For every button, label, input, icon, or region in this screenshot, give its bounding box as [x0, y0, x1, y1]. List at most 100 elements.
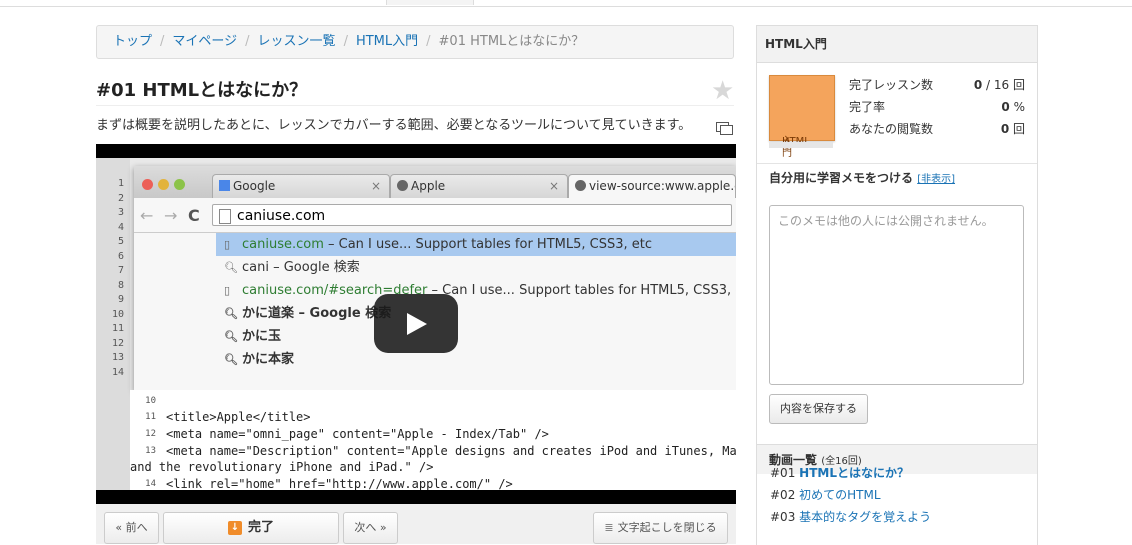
code-line: <link rel="home" href="http://www.apple.… — [166, 477, 513, 490]
line-number: 9 — [117, 294, 124, 305]
close-window-icon — [142, 179, 153, 190]
stat-label: あなたの閲覧数 — [849, 122, 934, 136]
stat-completion-rate: 完了率 0 % — [849, 96, 1025, 118]
browser-tab-label: Apple — [411, 179, 446, 193]
suggestion-item: ▯ caniuse.com – Can I use... Support tabl… — [216, 233, 736, 256]
tab-close-icon: × — [370, 179, 381, 193]
line-number: 8 — [117, 279, 124, 291]
play-button[interactable] — [374, 294, 458, 353]
lesson-number: #03 — [770, 510, 796, 524]
apple-logo-icon — [397, 180, 408, 191]
code-line-number: 11 — [145, 412, 156, 422]
breadcrumb-separator: / — [343, 34, 348, 49]
star-icon[interactable]: ★ — [711, 78, 734, 104]
back-arrow-icon: ← — [140, 206, 154, 225]
minimize-window-icon — [158, 179, 169, 190]
suggestion-url: caniuse.com — [242, 237, 324, 252]
stat-view-count: あなたの閲覧数 0 回 — [849, 118, 1025, 140]
suggestion-item: 🔍︎ cani – Google 検索 — [216, 256, 736, 279]
lesson-link[interactable]: 初めてのHTML — [799, 488, 880, 502]
save-memo-button[interactable]: 内容を保存する — [769, 394, 868, 424]
suggestion-text: – Can I use... Support tables for HTML5,… — [427, 283, 736, 298]
lesson-number: #02 — [770, 488, 796, 502]
line-number: 12 — [111, 337, 124, 349]
course-stats: 完了レッスン数 0 / 16 回 完了率 0 % あなたの閲覧数 0 回 — [849, 74, 1025, 140]
popout-icon[interactable] — [716, 122, 733, 135]
suggestion-text: cani – Google 検索 — [242, 260, 360, 275]
suggestion-item: ▯ caniuse.com/#search=defer – Can I use..… — [216, 279, 736, 302]
memo-hide-link[interactable]: [非表示] — [917, 174, 955, 185]
memo-textarea[interactable]: このメモは他の人には公開されません。 — [769, 205, 1024, 385]
breadcrumb-top[interactable]: トップ — [113, 34, 152, 49]
code-line-number: 14 — [145, 479, 156, 489]
breadcrumb-course[interactable]: HTML入門 — [356, 34, 418, 49]
browser-tab-view-source: view-source:www.apple.co — [568, 174, 736, 198]
lesson-link[interactable]: 基本的なタグを覚えよう — [799, 510, 931, 524]
video-player[interactable]: 1 2 3 4 5 6 7 8 9 10 11 12 13 14 Google — [96, 144, 736, 504]
prev-button[interactable]: « 前へ — [104, 512, 159, 544]
code-line: <meta name="Description" content="Apple … — [166, 444, 736, 458]
suggestion-text: – Can I use... Support tables for HTML5,… — [323, 237, 652, 252]
breadcrumb-lessons[interactable]: レッスン一覧 — [258, 34, 336, 49]
stat-label: 完了レッスン数 — [849, 78, 934, 92]
suggestion-item: 🔍︎ かに本家 — [216, 348, 736, 371]
code-line-number: 10 — [145, 396, 156, 406]
source-code-view: 10 11 <title>Apple</title> 12 <meta name… — [130, 390, 736, 490]
stat-suffix: / 16 回 — [982, 78, 1025, 92]
memo-header: 自分用に学習メモをつける [非表示] — [757, 163, 1037, 193]
line-number: 3 — [117, 207, 124, 218]
complete-label: 完了 — [247, 520, 274, 535]
line-number: 1 — [117, 178, 124, 189]
breadcrumb-separator: / — [245, 34, 250, 49]
stat-suffix: % — [1009, 100, 1025, 114]
reload-icon: C — [188, 206, 200, 225]
complete-button[interactable]: ↓ 完了 — [163, 512, 339, 544]
lesson-controls: « 前へ ↓ 完了 次へ » ≣ 文字起こしを閉じる — [96, 504, 736, 544]
address-text: caniuse.com — [237, 208, 326, 224]
apple-logo-icon — [575, 180, 586, 191]
suggestion-text: かに本家 — [242, 352, 295, 367]
code-line: <meta name="omni_page" content="Apple - … — [166, 427, 549, 441]
browser-tab-google: Google × — [212, 174, 390, 198]
window-controls — [142, 175, 190, 194]
course-title: HTML入門 — [757, 26, 1037, 63]
page-icon: ▯ — [224, 238, 231, 251]
video-list-item: #01 HTMLとはなにか？ — [770, 462, 1030, 484]
breadcrumb-current: #01 HTMLとはなにか？ — [438, 34, 585, 49]
search-icon: 🔍︎ — [224, 330, 238, 343]
breadcrumb-mypage[interactable]: マイページ — [172, 34, 237, 49]
lesson-link[interactable]: HTMLとはなにか？ — [799, 466, 909, 480]
lesson-description: まずは概要を説明したあとに、レッスンでカバーする範囲、必要となるツールについて見… — [96, 118, 692, 133]
search-icon: 🔍︎ — [224, 261, 238, 274]
browser-tab-label: view-source:www.apple.co — [589, 179, 736, 193]
course-thumbnail[interactable]: HTML入門 — [769, 75, 835, 159]
line-number: 5 — [117, 236, 124, 247]
browser-tab-apple: Apple × — [390, 174, 568, 198]
stat-suffix: 回 — [1009, 122, 1025, 136]
line-number: 2 — [117, 192, 124, 204]
stat-value: 0 — [1001, 100, 1010, 114]
browser-address-bar: caniuse.com — [212, 204, 732, 226]
divider — [96, 105, 734, 106]
top-nav-tab[interactable] — [386, 0, 474, 5]
next-button[interactable]: 次へ » — [343, 512, 398, 544]
line-number: 6 — [117, 250, 124, 262]
browser-window: Google × Apple × view-source:www.apple.c… — [134, 166, 736, 391]
close-transcript-button[interactable]: ≣ 文字起こしを閉じる — [593, 512, 728, 544]
video-list-item: #02 初めてのHTML — [770, 484, 1030, 506]
thumbnail-stack — [769, 142, 833, 148]
line-number: 13 — [111, 352, 124, 363]
code-line-number: 12 — [145, 429, 156, 439]
zoom-window-icon — [174, 179, 185, 190]
browser-toolbar: ← → C caniuse.com — [134, 198, 736, 233]
page-icon: ▯ — [224, 284, 231, 297]
memo-title: 自分用に学習メモをつける — [769, 171, 914, 185]
stat-completed-lessons: 完了レッスン数 0 / 16 回 — [849, 74, 1025, 96]
code-line: and the revolutionary iPhone and iPad." … — [130, 460, 434, 474]
download-icon: ↓ — [227, 520, 242, 535]
page-title: #01 HTMLとはなにか？ — [96, 80, 308, 101]
close-transcript-label: 文字起こしを閉じる — [617, 521, 717, 534]
line-number: 7 — [117, 265, 124, 276]
search-icon: 🔍︎ — [224, 353, 238, 366]
google-favicon-icon — [219, 180, 230, 191]
